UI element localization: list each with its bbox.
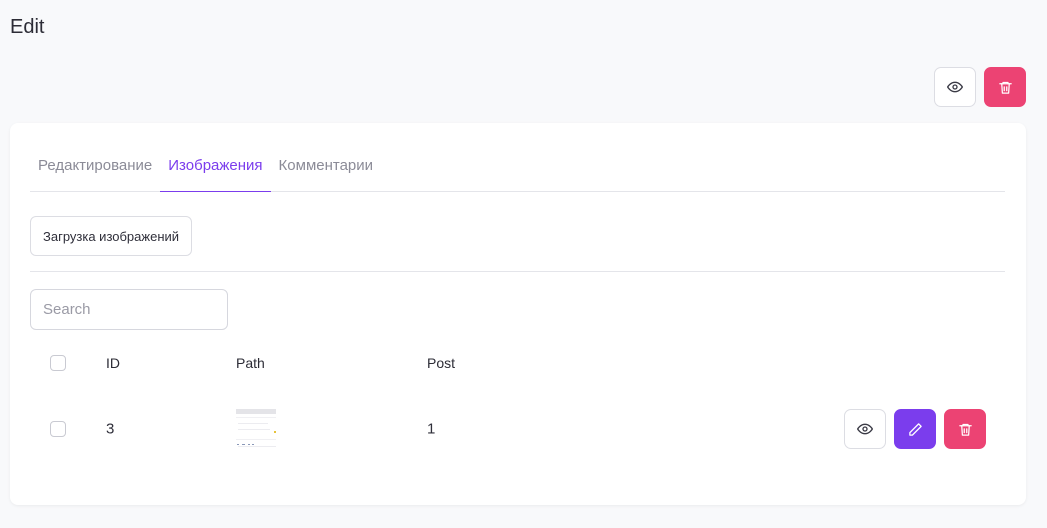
eye-icon	[947, 81, 963, 93]
top-actions	[934, 67, 1026, 107]
tab-bar: Редактирование Изображения Комментарии	[30, 149, 1005, 192]
tab-comments[interactable]: Комментарии	[271, 149, 381, 192]
row-checkbox[interactable]	[50, 421, 66, 437]
header-id[interactable]: ID	[106, 355, 120, 371]
edit-card: Редактирование Изображения Комментарии З…	[10, 123, 1026, 505]
row-id: 3	[106, 420, 115, 438]
table-header: ID Path Post	[30, 348, 1005, 378]
row-edit-button[interactable]	[894, 409, 936, 449]
header-post[interactable]: Post	[427, 355, 455, 371]
tab-images[interactable]: Изображения	[160, 149, 271, 192]
search-input[interactable]	[30, 289, 228, 330]
divider	[30, 271, 1005, 272]
row-view-button[interactable]	[844, 409, 886, 449]
pencil-icon	[908, 422, 922, 436]
tab-editing[interactable]: Редактирование	[30, 149, 160, 192]
table-row: 3 1	[30, 405, 1005, 453]
select-all-checkbox[interactable]	[50, 355, 66, 371]
trash-icon	[998, 81, 1012, 94]
header-path[interactable]: Path	[236, 355, 265, 371]
delete-button[interactable]	[984, 67, 1026, 107]
image-thumbnail[interactable]	[236, 409, 276, 449]
row-actions	[844, 409, 986, 449]
row-delete-button[interactable]	[944, 409, 986, 449]
eye-icon	[857, 423, 873, 435]
page-title: Edit	[10, 16, 45, 38]
upload-images-button[interactable]: Загрузка изображений	[30, 216, 193, 256]
view-button[interactable]	[934, 67, 976, 107]
row-post: 1	[427, 420, 436, 438]
trash-icon	[958, 423, 972, 436]
